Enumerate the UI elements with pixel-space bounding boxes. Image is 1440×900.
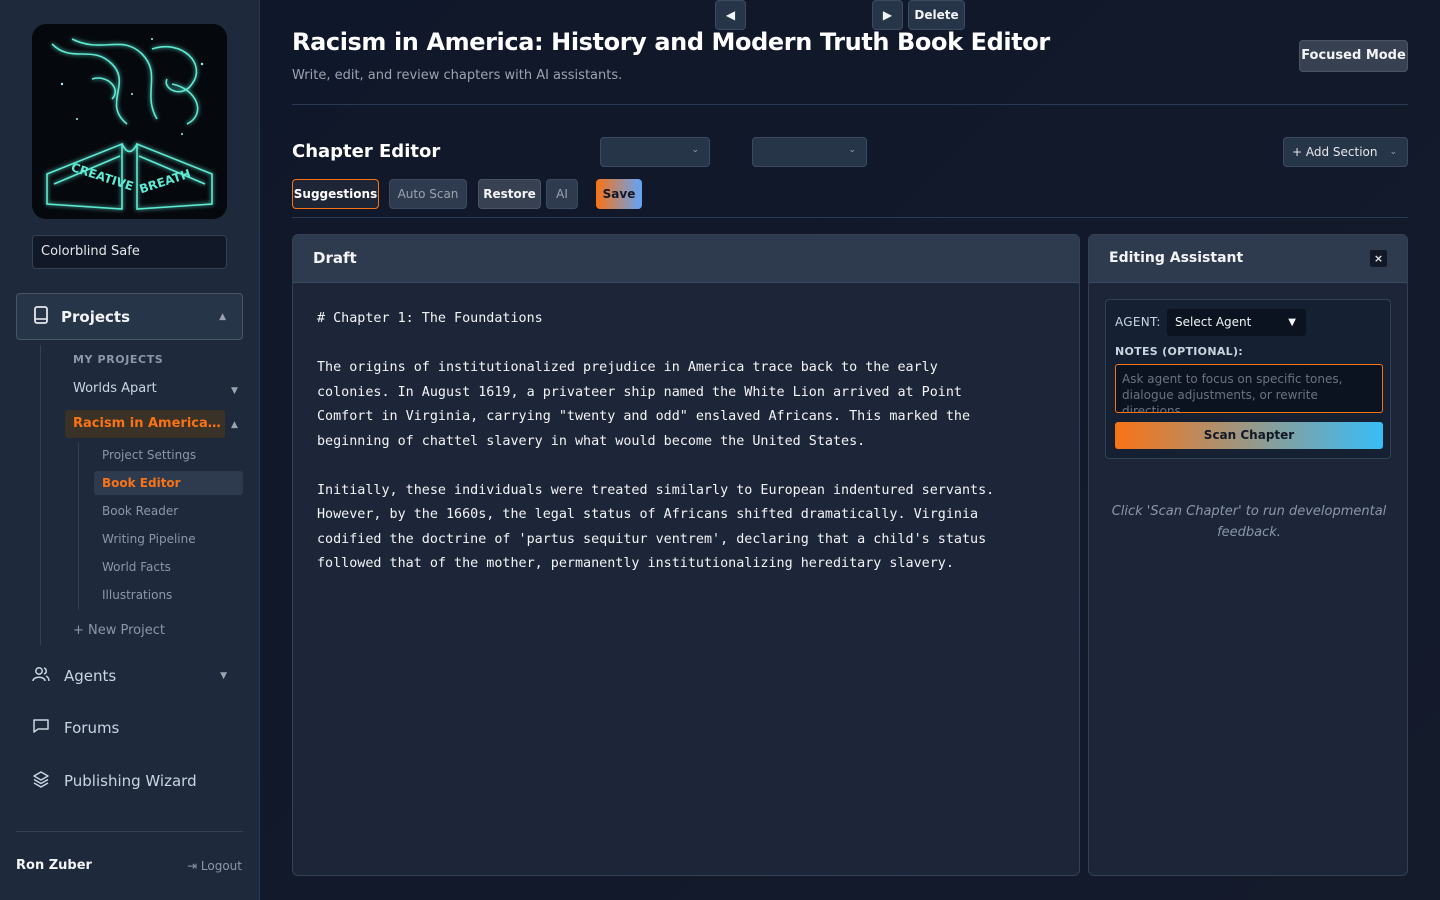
svg-text:BREATH: BREATH bbox=[138, 167, 193, 197]
prev-chapter-button[interactable]: ◀ bbox=[715, 0, 746, 30]
book-logo-icon: CREATIVE BREATH bbox=[46, 38, 213, 210]
chevron-down-icon: ⌄ bbox=[1389, 147, 1397, 157]
creative-breath-logo[interactable]: CREATIVE BREATH bbox=[32, 24, 227, 219]
svg-text:CREATIVE: CREATIVE bbox=[69, 160, 135, 193]
chevron-down-icon[interactable]: ▼ bbox=[231, 386, 238, 396]
close-icon[interactable]: × bbox=[1370, 250, 1387, 267]
next-chapter-button[interactable]: ▶ bbox=[872, 0, 903, 30]
focused-mode-button[interactable]: Focused Mode bbox=[1299, 40, 1408, 72]
nav-forums-label: Forums bbox=[64, 719, 120, 737]
sub-item-book-editor[interactable]: Book Editor bbox=[94, 471, 243, 495]
sidebar: CREATIVE BREATH Colorblind Safe Projects… bbox=[0, 0, 260, 900]
notes-textarea[interactable]: Ask agent to focus on specific tones, di… bbox=[1115, 364, 1383, 413]
assistant-hint: Click 'Scan Chapter' to run developmenta… bbox=[1111, 504, 1387, 540]
chevron-up-icon[interactable]: ▲ bbox=[231, 420, 238, 430]
tree-line bbox=[78, 442, 79, 610]
users-icon bbox=[32, 666, 50, 686]
assistant-header: Editing Assistant × bbox=[1089, 235, 1407, 283]
nav-projects-label: Projects bbox=[61, 307, 131, 326]
chevron-down-icon: ⌄ bbox=[691, 145, 699, 155]
book-icon bbox=[33, 305, 49, 328]
sub-item-illustrations[interactable]: Illustrations bbox=[102, 588, 172, 602]
editing-assistant-panel: Editing Assistant × AGENT: Select Agent … bbox=[1088, 234, 1408, 876]
save-button[interactable]: Save bbox=[596, 179, 642, 209]
section-select[interactable]: ⌄ bbox=[752, 137, 867, 167]
agent-label: AGENT: bbox=[1115, 315, 1161, 329]
suggestions-button[interactable]: Suggestions bbox=[292, 179, 379, 209]
nav-publishing-label: Publishing Wizard bbox=[64, 772, 197, 790]
notes-label: NOTES (OPTIONAL): bbox=[1115, 345, 1243, 358]
chevron-up-icon: ▲ bbox=[219, 311, 226, 322]
my-projects-heading: MY PROJECTS bbox=[73, 353, 164, 366]
assistant-form: AGENT: Select Agent ▼ NOTES (OPTIONAL): … bbox=[1105, 299, 1391, 459]
assistant-title: Editing Assistant bbox=[1109, 250, 1244, 266]
sub-item-book-reader[interactable]: Book Reader bbox=[102, 504, 178, 518]
add-section-label: + Add Section bbox=[1292, 145, 1378, 159]
new-project-link[interactable]: + New Project bbox=[73, 623, 165, 638]
nav-agents[interactable]: Agents ▼ bbox=[32, 666, 227, 686]
logout-icon: ⇥ bbox=[187, 859, 198, 873]
sidebar-divider bbox=[16, 831, 243, 832]
tree-line bbox=[40, 345, 41, 645]
draft-title: Draft bbox=[293, 235, 1079, 283]
theme-select[interactable]: Colorblind Safe bbox=[32, 235, 227, 269]
project-label: Worlds Apart bbox=[73, 381, 157, 396]
add-section-select[interactable]: + Add Section ⌄ bbox=[1283, 137, 1408, 167]
project-racism-in-america[interactable]: Racism in America: History and Modern Tr… bbox=[65, 410, 225, 438]
username: Ron Zuber bbox=[16, 858, 92, 873]
sub-item-world-facts[interactable]: World Facts bbox=[102, 560, 171, 574]
nav-forums[interactable]: Forums bbox=[32, 718, 227, 738]
page-subtitle: Write, edit, and review chapters with AI… bbox=[292, 68, 623, 83]
chapter-editor-title: Chapter Editor bbox=[292, 141, 441, 162]
main-content: Racism in America: History and Modern Tr… bbox=[260, 0, 1440, 900]
delete-button[interactable]: Delete bbox=[908, 0, 965, 30]
header-divider bbox=[292, 104, 1408, 105]
layers-icon bbox=[32, 770, 50, 792]
draft-panel: Draft # Chapter 1: The Foundations The o… bbox=[292, 234, 1080, 876]
project-worlds-apart[interactable]: Worlds Apart bbox=[73, 381, 157, 396]
chevron-down-icon: ▼ bbox=[1288, 317, 1296, 328]
nav-agents-label: Agents bbox=[64, 667, 117, 685]
scan-chapter-button[interactable]: Scan Chapter bbox=[1115, 422, 1383, 449]
page-title: Racism in America: History and Modern Tr… bbox=[292, 28, 1050, 56]
sub-item-project-settings[interactable]: Project Settings bbox=[102, 448, 196, 462]
nav-projects[interactable]: Projects ▲ bbox=[16, 293, 243, 340]
draft-editor[interactable]: # Chapter 1: The Foundations The origins… bbox=[293, 283, 1079, 601]
agent-select[interactable]: Select Agent ▼ bbox=[1167, 309, 1306, 336]
logout-label: Logout bbox=[200, 859, 242, 873]
sub-item-writing-pipeline[interactable]: Writing Pipeline bbox=[102, 532, 196, 546]
chat-bubble-icon bbox=[32, 718, 50, 738]
nav-publishing-wizard[interactable]: Publishing Wizard bbox=[32, 770, 227, 792]
toolbar-divider bbox=[292, 217, 1408, 218]
ai-button[interactable]: AI bbox=[546, 179, 578, 209]
logout-button[interactable]: ⇥ Logout bbox=[187, 859, 242, 873]
auto-scan-button[interactable]: Auto Scan bbox=[389, 179, 467, 209]
chevron-down-icon: ▼ bbox=[220, 671, 227, 681]
restore-button[interactable]: Restore bbox=[478, 179, 541, 209]
chevron-down-icon: ⌄ bbox=[848, 145, 856, 155]
agent-select-value: Select Agent bbox=[1175, 315, 1252, 329]
chapter-select[interactable]: ⌄ bbox=[600, 137, 710, 167]
